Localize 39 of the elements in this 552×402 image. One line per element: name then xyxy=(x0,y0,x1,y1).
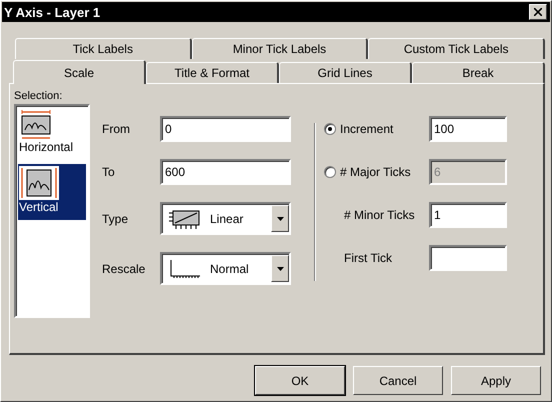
dialog-button[interactable]: OK xyxy=(255,366,345,395)
vertical-axis-icon xyxy=(19,166,59,200)
dropdown-button[interactable] xyxy=(271,205,289,232)
axis-scale-icon xyxy=(168,258,202,280)
dialog-button[interactable]: Cancel xyxy=(353,366,443,395)
tab[interactable]: Minor Tick Labels xyxy=(192,38,368,59)
tab[interactable]: Grid Lines xyxy=(279,62,412,83)
tab[interactable]: Custom Tick Labels xyxy=(368,38,546,59)
input-field[interactable] xyxy=(429,245,507,271)
tab[interactable]: Break xyxy=(412,62,545,83)
input-field[interactable]: 1 xyxy=(429,202,507,228)
dropdown-button[interactable] xyxy=(271,255,289,282)
field-label: Type xyxy=(102,212,130,226)
tab[interactable]: Scale xyxy=(13,60,146,84)
field-label: # Major Ticks xyxy=(340,165,412,179)
input-field[interactable]: 100 xyxy=(429,116,507,142)
close-icon xyxy=(534,8,542,16)
list-item[interactable]: Vertical xyxy=(18,164,86,220)
horizontal-axis-icon xyxy=(19,110,53,140)
linear-scale-icon xyxy=(168,208,202,230)
field-label: From xyxy=(102,122,131,136)
field-label: # Minor Ticks xyxy=(343,208,416,222)
field-label: Rescale xyxy=(102,262,146,276)
selection-label: Selection: xyxy=(14,90,64,102)
tab[interactable]: Tick Labels xyxy=(15,38,192,59)
close-button[interactable] xyxy=(529,4,547,20)
field-label: Increment xyxy=(340,122,394,136)
field-label: To xyxy=(102,165,116,179)
dropdown[interactable]: Normal xyxy=(160,252,291,285)
field-label: First Tick xyxy=(343,251,393,265)
caret-icon xyxy=(276,266,284,270)
tab[interactable]: Title & Format xyxy=(146,62,279,83)
dropdown[interactable]: Linear xyxy=(160,202,291,235)
window-title: Y Axis - Layer 1 xyxy=(4,4,100,20)
caret-icon xyxy=(276,216,284,220)
radio-button[interactable] xyxy=(324,123,336,135)
input-field[interactable]: 600 xyxy=(160,159,291,185)
dialog-button[interactable]: Apply xyxy=(451,366,541,395)
input-field[interactable]: 0 xyxy=(160,116,291,142)
